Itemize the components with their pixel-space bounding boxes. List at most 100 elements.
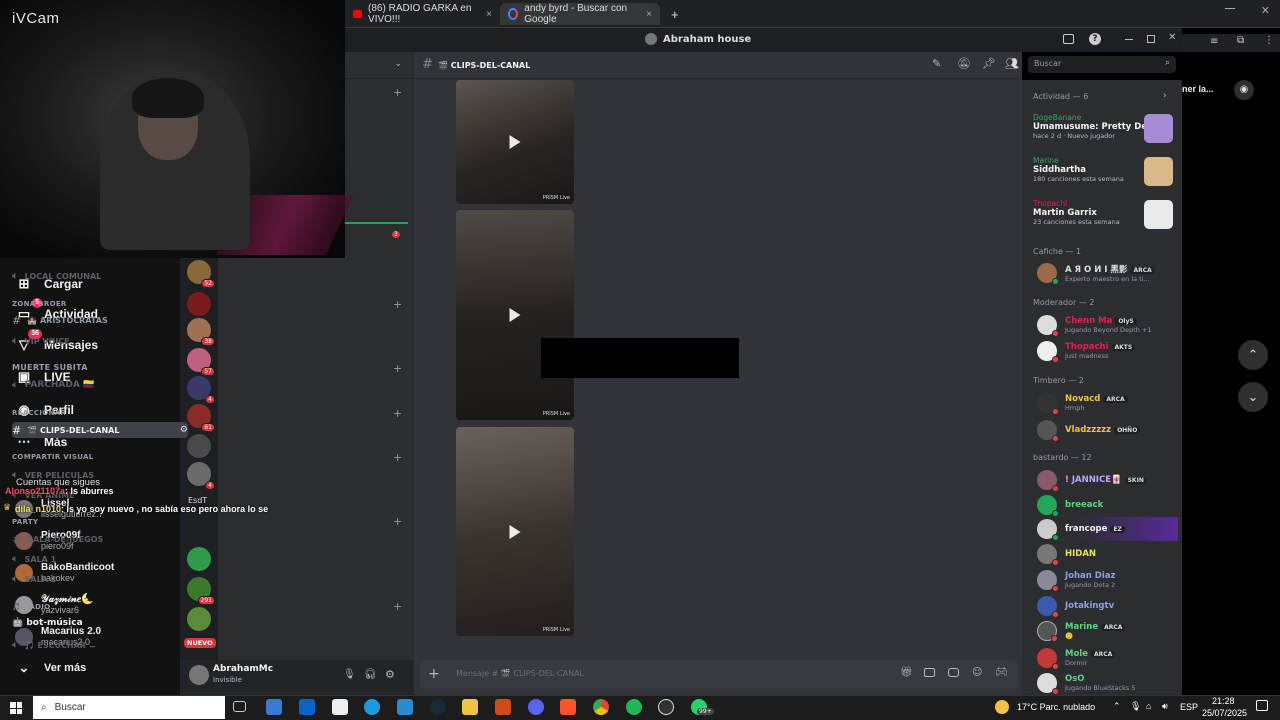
category[interactable]: 🎵 RADIO [12, 603, 50, 611]
inbox-icon[interactable] [1063, 34, 1074, 44]
member-item[interactable]: Chenn Ma OlyS Jugando Beyond Depth +1 [1037, 315, 1151, 337]
video-attachment[interactable]: PRISM Live [456, 427, 574, 636]
server-icon[interactable] [187, 434, 211, 458]
server-icon[interactable]: 4 [187, 462, 215, 490]
outlook-icon[interactable] [299, 699, 315, 715]
member-item[interactable]: Jotakingtv [1037, 596, 1114, 618]
apps-icon[interactable]: 🎮︎ [995, 667, 1008, 678]
member-item[interactable]: OsO Jugando BlueStacks 5 [1037, 673, 1135, 695]
category[interactable]: COMPARTIR VISUAL [12, 453, 93, 461]
settings-icon[interactable]: ⚙ [385, 668, 395, 681]
member-item[interactable]: Mole ARCA Dormir [1037, 648, 1116, 670]
new-tab-button[interactable]: + [663, 3, 687, 25]
maximize-icon[interactable] [1147, 35, 1155, 43]
member-item[interactable]: breeack [1037, 495, 1103, 517]
member-item[interactable]: Marine ARCA 🙂 [1037, 621, 1126, 642]
threads-icon[interactable]: ✎ [932, 57, 941, 70]
pin-icon[interactable]: 📌︎ [982, 57, 996, 70]
category[interactable]: MUERTE SUBITA [12, 363, 88, 372]
brave-icon[interactable] [560, 699, 576, 715]
video-attachment[interactable]: PRISM Live [456, 210, 574, 420]
server-icon[interactable] [187, 547, 211, 571]
play-icon[interactable] [509, 524, 521, 539]
server-icon[interactable]: 4 [187, 376, 215, 404]
spotify-icon[interactable] [626, 699, 642, 715]
help-icon[interactable]: ? [1089, 33, 1101, 45]
clock-time[interactable]: 21:28 [1212, 696, 1235, 706]
notifications-icon[interactable] [1256, 700, 1268, 711]
member-item[interactable]: Johan Diaz Jugando Dota 2 [1037, 570, 1115, 592]
discord-icon[interactable] [528, 699, 544, 715]
avatar[interactable] [189, 665, 209, 685]
member-item[interactable]: A Я O И I 黑影 ARCA Experto maestro en la ti… [1037, 263, 1155, 285]
vscode-icon[interactable] [397, 699, 413, 715]
voice-channel[interactable]: 🔈︎ VER PELICULAS [12, 467, 188, 483]
menu-icon[interactable]: ⋮ [1264, 35, 1274, 46]
gif-icon[interactable] [924, 668, 935, 677]
close-icon[interactable]: ✕ [1168, 32, 1176, 43]
add-attachment-icon[interactable]: + [428, 666, 440, 682]
file-explorer-icon[interactable] [462, 699, 478, 715]
extensions-icon[interactable]: ⧉ [1237, 35, 1244, 46]
member-item[interactable]: HIDAN [1037, 544, 1096, 566]
browser-tab-radio[interactable]: (86) RADIO GARKA en VIVO!!! × [345, 3, 500, 25]
settings-icon[interactable]: ⚙ [180, 425, 188, 435]
taskbar-search[interactable]: ⌕ Buscar [33, 696, 225, 719]
playlist-icon[interactable]: ≡ [1210, 36, 1218, 47]
chevron-down-icon[interactable]: ⌄ [394, 59, 402, 69]
activity-card[interactable]: Marine Siddhartha 180 canciones esta sem… [1033, 156, 1173, 192]
microphone-icon[interactable]: 🎙︎ [343, 669, 356, 680]
obs-icon[interactable] [658, 699, 674, 715]
edge-icon[interactable] [364, 699, 380, 715]
minimize-icon[interactable] [1225, 8, 1235, 9]
server-icon[interactable] [187, 607, 211, 631]
text-channel[interactable]: # 🏰 ARISTOCRATAS [12, 312, 188, 328]
chrome-icon[interactable] [593, 699, 609, 715]
category[interactable]: REACCIONAR [12, 409, 66, 417]
gift-icon[interactable]: 🎁︎ [900, 667, 913, 678]
member-item[interactable]: Novacd ARCA Hmph [1037, 393, 1128, 415]
store-icon[interactable] [266, 699, 282, 715]
video-attachment[interactable]: PRISM Live [456, 80, 574, 204]
category[interactable]: ZONA BROER [12, 300, 67, 308]
play-icon[interactable] [509, 135, 521, 149]
voice-channel[interactable]: 🔈︎ 🎵 ESCUCHAR [12, 637, 188, 653]
voice-channel[interactable]: 🔈︎ PARCHADA 🇨🇴 [12, 377, 188, 393]
see-more-button[interactable]: ⌄ Ver más [16, 660, 87, 676]
chevron-right-icon[interactable]: › [1163, 91, 1167, 101]
close-window-icon[interactable]: ✕ [1261, 4, 1270, 17]
chevron-down-icon[interactable]: ⌄ [1238, 382, 1268, 412]
microphone-icon[interactable]: 🎙︎ [1130, 701, 1141, 712]
activity-card[interactable]: DogeBanane Umamusume: Pretty Derby hace … [1033, 113, 1173, 149]
voice-channel[interactable]: 🔈︎ SALA 1 [12, 551, 188, 567]
server-icon[interactable]: 57 [187, 348, 215, 376]
weather-text[interactable]: 17°C Parc. nublado [1017, 702, 1095, 712]
task-view-icon[interactable] [233, 701, 246, 712]
emoji-icon[interactable]: ☺ [972, 667, 982, 678]
server-icon[interactable]: 52 [187, 260, 215, 288]
member-item[interactable]: francope EZ [1037, 519, 1125, 541]
close-tab-icon[interactable]: × [646, 9, 652, 20]
server-icon[interactable]: 38 [187, 318, 215, 346]
member-item[interactable]: Thopachi AKTS Just madness [1037, 341, 1136, 363]
text-channel-selected[interactable]: # 🎬 CLIPS-DEL-CANAL ⚙ [12, 422, 188, 438]
xbox-icon[interactable] [332, 699, 348, 715]
voice-channel[interactable]: 🔈︎ SALA 2 [12, 571, 188, 587]
minimize-icon[interactable] [1125, 39, 1133, 40]
app-icon[interactable] [495, 699, 511, 715]
members-icon[interactable]: 👥︎ [1005, 57, 1019, 70]
server-icon[interactable] [187, 292, 211, 316]
close-tab-icon[interactable]: × [486, 9, 492, 20]
message-composer[interactable]: + Mensaje # 🎬 CLIPS-DEL-CANAL 🎁︎ ☺ 🎮︎ [420, 660, 1018, 690]
play-icon[interactable] [509, 308, 521, 322]
language[interactable]: ESP [1180, 702, 1198, 712]
voice-channel[interactable]: 🔈︎ VIP VOICE [12, 333, 188, 349]
text-channel[interactable]: # SALA-DE-JUEGOS [12, 531, 188, 547]
category[interactable]: PARTY [12, 518, 38, 526]
voice-channel[interactable]: 🔈︎ LOCAL COMUNAL [12, 268, 188, 284]
server-icon[interactable]: 61 [187, 404, 215, 432]
volume-icon[interactable]: 🔊︎ [1162, 701, 1168, 712]
steam-icon[interactable] [430, 699, 446, 715]
member-item[interactable]: ! JANNICE🀄 SKIN [1037, 470, 1147, 492]
activity-card[interactable]: Thopachi Martin Garrix 23 canciones esta… [1033, 199, 1173, 235]
